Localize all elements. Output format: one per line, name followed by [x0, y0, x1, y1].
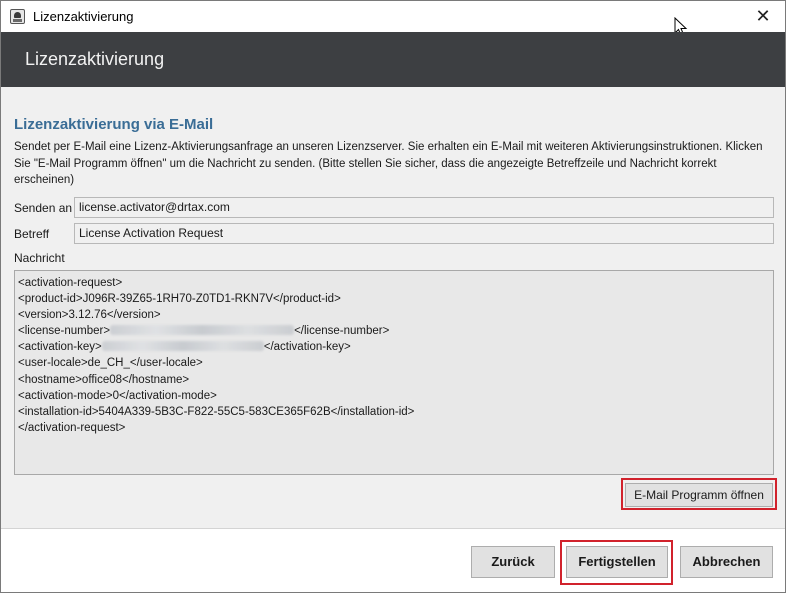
license-number-open-tag: <license-number>: [18, 325, 111, 338]
activation-key-open-tag: <activation-key>: [18, 341, 102, 354]
open-email-program-button[interactable]: E-Mail Programm öffnen: [625, 483, 773, 507]
message-label: Nachricht: [14, 251, 65, 265]
activation-key-close-tag: </activation-key>: [263, 341, 351, 354]
subject-field[interactable]: License Activation Request: [74, 223, 774, 244]
content-area: Lizenzaktivierung via E-Mail Sendet per …: [1, 87, 785, 528]
license-number-close-tag: </license-number>: [294, 325, 390, 338]
header-title: Lizenzaktivierung: [25, 49, 165, 69]
message-line: <version>3.12.76</version>: [18, 309, 161, 322]
title-bar: Lizenzaktivierung ✕: [1, 1, 785, 37]
subject-label: Betreff: [14, 227, 50, 241]
header-band: Lizenzaktivierung: [1, 32, 785, 87]
message-line: <product-id>J096R-39Z65-1RH70-Z0TD1-RKN7…: [18, 293, 341, 306]
message-line: <activation-mode>0</activation-mode>: [18, 389, 217, 402]
instructions-text: Sendet per E-Mail eine Lizenz-Aktivierun…: [14, 141, 763, 186]
message-line-license-number: <license-number> </license-number>: [18, 323, 770, 339]
license-activation-window: Lizenzaktivierung ✕ Lizenzaktivierung Li…: [0, 0, 786, 593]
app-icon: [10, 9, 25, 24]
section-title: Lizenzaktivierung via E-Mail: [14, 116, 214, 133]
message-line: <activation-request>: [18, 277, 123, 289]
message-line: <installation-id>5404A339-5B3C-F822-55C5…: [18, 405, 415, 418]
redacted-activation-key: [101, 341, 264, 352]
send-to-field[interactable]: license.activator@drtax.com: [74, 197, 774, 218]
footer-bar: Zurück Fertigstellen Abbrechen: [1, 528, 785, 592]
redacted-license-number: [110, 325, 295, 336]
window-title: Lizenzaktivierung: [33, 9, 134, 24]
message-line: <user-locale>de_CH_</user-locale>: [18, 357, 203, 370]
close-icon[interactable]: ✕: [741, 1, 785, 32]
finish-button[interactable]: Fertigstellen: [566, 546, 668, 578]
cancel-button[interactable]: Abbrechen: [680, 546, 773, 578]
message-line: </activation-request>: [18, 421, 126, 434]
message-line: <hostname>office08</hostname>: [18, 373, 190, 386]
message-textarea[interactable]: <activation-request> <product-id>J096R-3…: [14, 270, 774, 475]
message-line-activation-key: <activation-key> </activation-key>: [18, 339, 770, 355]
back-button[interactable]: Zurück: [471, 546, 555, 578]
send-to-label: Senden an: [14, 201, 73, 215]
